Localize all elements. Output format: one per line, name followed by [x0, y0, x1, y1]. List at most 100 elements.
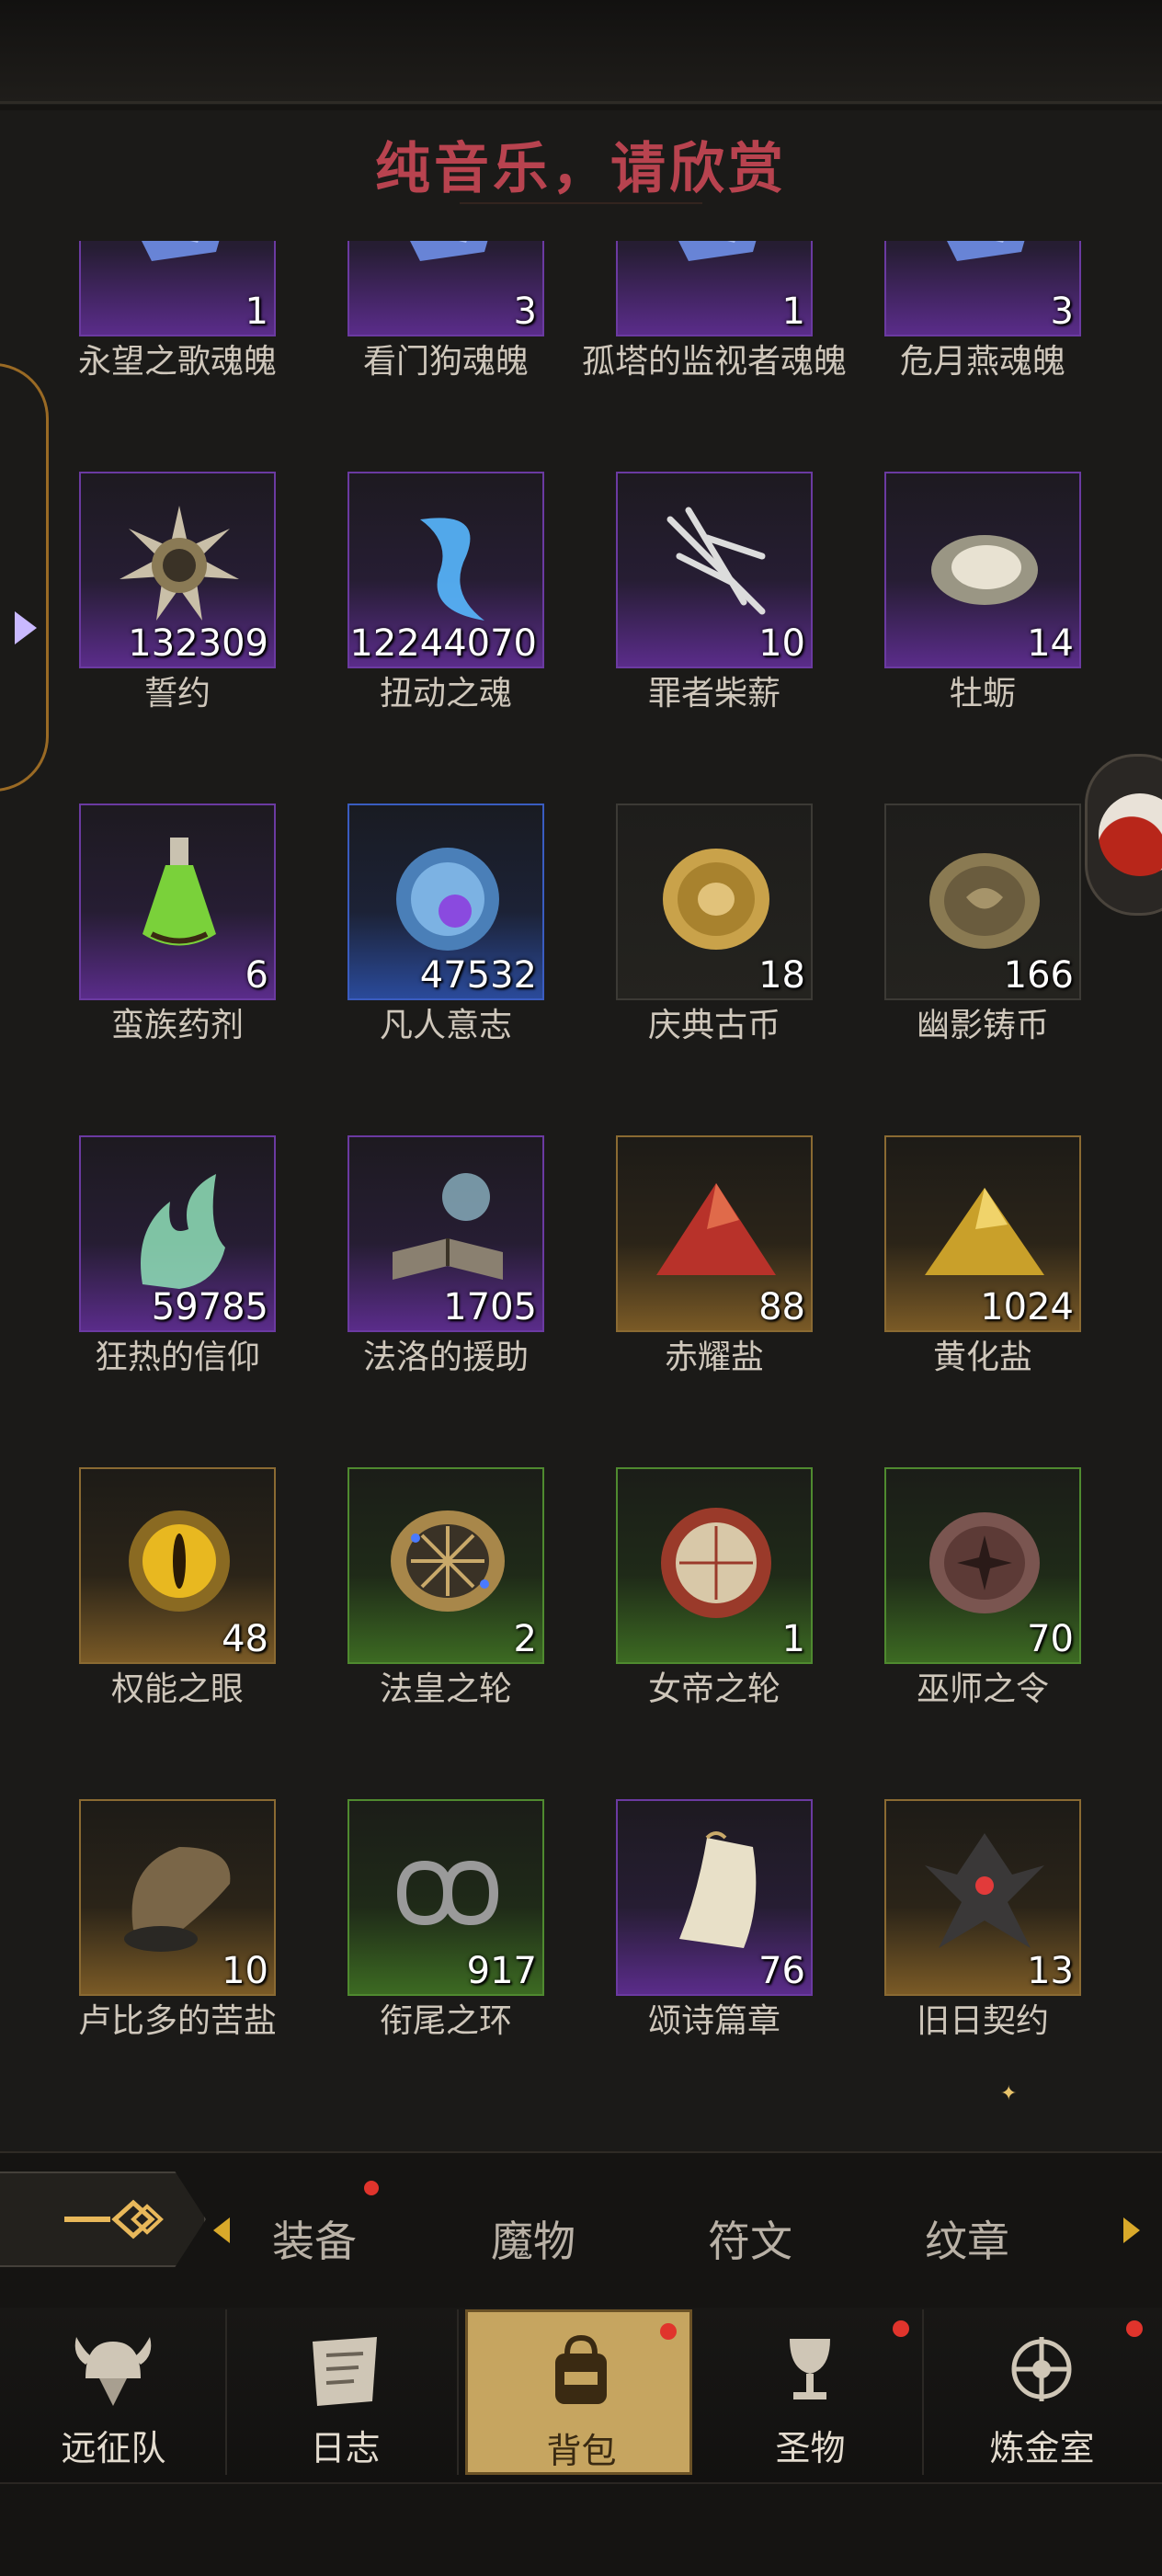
red-wheel-icon [661, 1508, 771, 1618]
sparkle-icon: ✦ [1000, 2082, 1018, 2105]
item-tile[interactable]: 47532 [347, 804, 544, 1000]
item-count: 76 [758, 1950, 805, 1992]
flame-icon [141, 1174, 225, 1289]
item-tile[interactable]: 1 [79, 241, 276, 336]
item-tile[interactable]: 1 [616, 1467, 813, 1664]
item-count: 14 [1027, 622, 1074, 665]
item-tile[interactable]: 3 [884, 241, 1081, 336]
title-ornament [460, 202, 702, 213]
tabs-right-arrow-icon[interactable] [1123, 2217, 1140, 2243]
item-name: 凡人意志 [379, 1007, 512, 1044]
inventory-item[interactable]: 12244070 扭动之魂 [347, 472, 544, 804]
crystal-icon [947, 241, 1025, 261]
inventory-item[interactable]: 132309 誓约 [79, 472, 276, 804]
tab-equipment[interactable]: 装备 [272, 2208, 357, 2269]
page-title: 纯音乐，请欣赏 [375, 137, 787, 201]
inventory-scroll-area[interactable]: 1 永望之歌魂魄 3 看门狗魂魄 1 孤塔的监视者魂魄 3 危月燕魂魄 132309 誓约 1224… [0, 241, 1162, 2080]
item-tile[interactable]: 88 [616, 1135, 813, 1332]
inventory-item[interactable]: 2 法皇之轮 [347, 1467, 544, 1799]
nav-journal[interactable]: 日志 [232, 2309, 459, 2475]
item-name: 蛮族药剂 [110, 1007, 244, 1044]
item-tile[interactable]: 59785 [79, 1135, 276, 1332]
nav-expedition[interactable]: 远征队 [0, 2309, 227, 2475]
inventory-item[interactable]: 1 永望之歌魂魄 [78, 241, 277, 472]
inventory-item[interactable]: 14 牡蛎 [884, 472, 1081, 804]
item-name: 牡蛎 [949, 675, 1016, 712]
scroll-icon [679, 1831, 757, 1948]
tab-equipment-badge [364, 2181, 379, 2195]
item-tile[interactable]: 1705 [347, 1135, 544, 1332]
item-count: 12244070 [349, 622, 537, 665]
inventory-item[interactable]: 1024 黄化盐 [884, 1135, 1081, 1467]
inventory-item[interactable]: 70 巫师之令 [884, 1467, 1081, 1799]
item-tile[interactable]: 70 [884, 1467, 1081, 1664]
item-tile[interactable]: 76 [616, 1799, 813, 1996]
nav-badge [893, 2320, 909, 2337]
item-tile[interactable]: 10 [79, 1799, 276, 1996]
item-tile[interactable]: 13 [884, 1799, 1081, 1996]
tab-runes[interactable]: 符文 [708, 2208, 792, 2269]
inventory-item[interactable]: 6 蛮族药剂 [79, 804, 276, 1135]
inventory-item[interactable]: 166 幽影铸币 [884, 804, 1081, 1135]
double-diamond-icon [64, 2199, 164, 2240]
inventory-item[interactable]: 48 权能之眼 [79, 1467, 276, 1799]
inventory-item[interactable]: 3 危月燕魂魄 [884, 241, 1081, 472]
item-name: 永望之歌魂魄 [77, 343, 277, 381]
backpack-icon [555, 2334, 607, 2404]
inventory-item[interactable]: 1 孤塔的监视者魂魄 [582, 241, 847, 472]
bronze-coin-icon [929, 853, 1040, 949]
item-count: 59785 [151, 1286, 268, 1328]
item-tile[interactable]: 1024 [884, 1135, 1081, 1332]
potion-icon [142, 838, 216, 946]
item-count: 70 [1027, 1618, 1074, 1660]
inventory-item[interactable]: 18 庆典古币 [616, 804, 813, 1135]
item-tile[interactable]: 917 [347, 1799, 544, 1996]
nav-label: 炼金室 [989, 2428, 1095, 2468]
nav-backpack[interactable]: 背包 [465, 2309, 692, 2475]
inventory-item[interactable]: 59785 狂热的信仰 [79, 1135, 276, 1467]
nav-badge [1126, 2320, 1143, 2337]
inventory-item[interactable]: 10 卢比多的苦盐 [78, 1799, 277, 2080]
inventory-item[interactable]: 10 罪者柴薪 [616, 472, 813, 804]
book-icon [393, 1173, 503, 1280]
item-tile[interactable]: 166 [884, 804, 1081, 1000]
item-count: 1 [781, 1618, 805, 1660]
item-tile[interactable]: 132309 [79, 472, 276, 668]
nav-label: 圣物 [775, 2428, 846, 2468]
tab-monsters[interactable]: 魔物 [491, 2208, 575, 2269]
inventory-item[interactable]: 1705 法洛的援助 [347, 1135, 544, 1467]
item-tile[interactable]: 18 [616, 804, 813, 1000]
item-tile[interactable]: 2 [347, 1467, 544, 1664]
item-tile[interactable]: 14 [884, 472, 1081, 668]
nav-label: 背包 [546, 2431, 617, 2471]
tab-emblems[interactable]: 纹章 [925, 2208, 1009, 2269]
item-tile[interactable]: 3 [347, 241, 544, 336]
inventory-item[interactable]: 1 女帝之轮 [616, 1467, 813, 1799]
inventory-item[interactable]: 76 颂诗篇章 [616, 1799, 813, 2080]
item-name: 罪者柴薪 [647, 675, 780, 712]
item-tile[interactable]: 48 [79, 1467, 276, 1664]
inventory-item[interactable]: 3 看门狗魂魄 [347, 241, 544, 472]
crystal-icon [410, 241, 488, 261]
inventory-item[interactable]: 47532 凡人意志 [347, 804, 544, 1135]
inventory-item[interactable]: 88 赤耀盐 [616, 1135, 813, 1467]
inventory-item[interactable]: 13 旧日契约 [884, 1799, 1081, 2080]
item-count: 13 [1027, 1950, 1074, 1992]
item-count: 917 [466, 1950, 537, 1992]
item-count: 1 [245, 291, 268, 333]
inventory-item[interactable]: 917 衔尾之环 [347, 1799, 544, 2080]
item-count: 1024 [980, 1286, 1074, 1328]
item-tile[interactable]: 1 [616, 241, 813, 336]
item-tile[interactable]: 6 [79, 804, 276, 1000]
item-name: 衔尾之环 [379, 2002, 512, 2040]
spirit-icon [420, 518, 484, 621]
item-tile[interactable]: 12244070 [347, 472, 544, 668]
item-name: 危月燕魂魄 [899, 343, 1065, 381]
item-tile[interactable]: 10 [616, 472, 813, 668]
tabs-left-arrow-icon[interactable] [213, 2217, 230, 2243]
item-name: 法洛的援助 [362, 1339, 529, 1376]
nav-relics[interactable]: 圣物 [697, 2309, 924, 2475]
tab-quick-select[interactable] [0, 2171, 206, 2267]
nav-alchemy[interactable]: 炼金室 [928, 2309, 1156, 2475]
item-count: 88 [758, 1286, 805, 1328]
